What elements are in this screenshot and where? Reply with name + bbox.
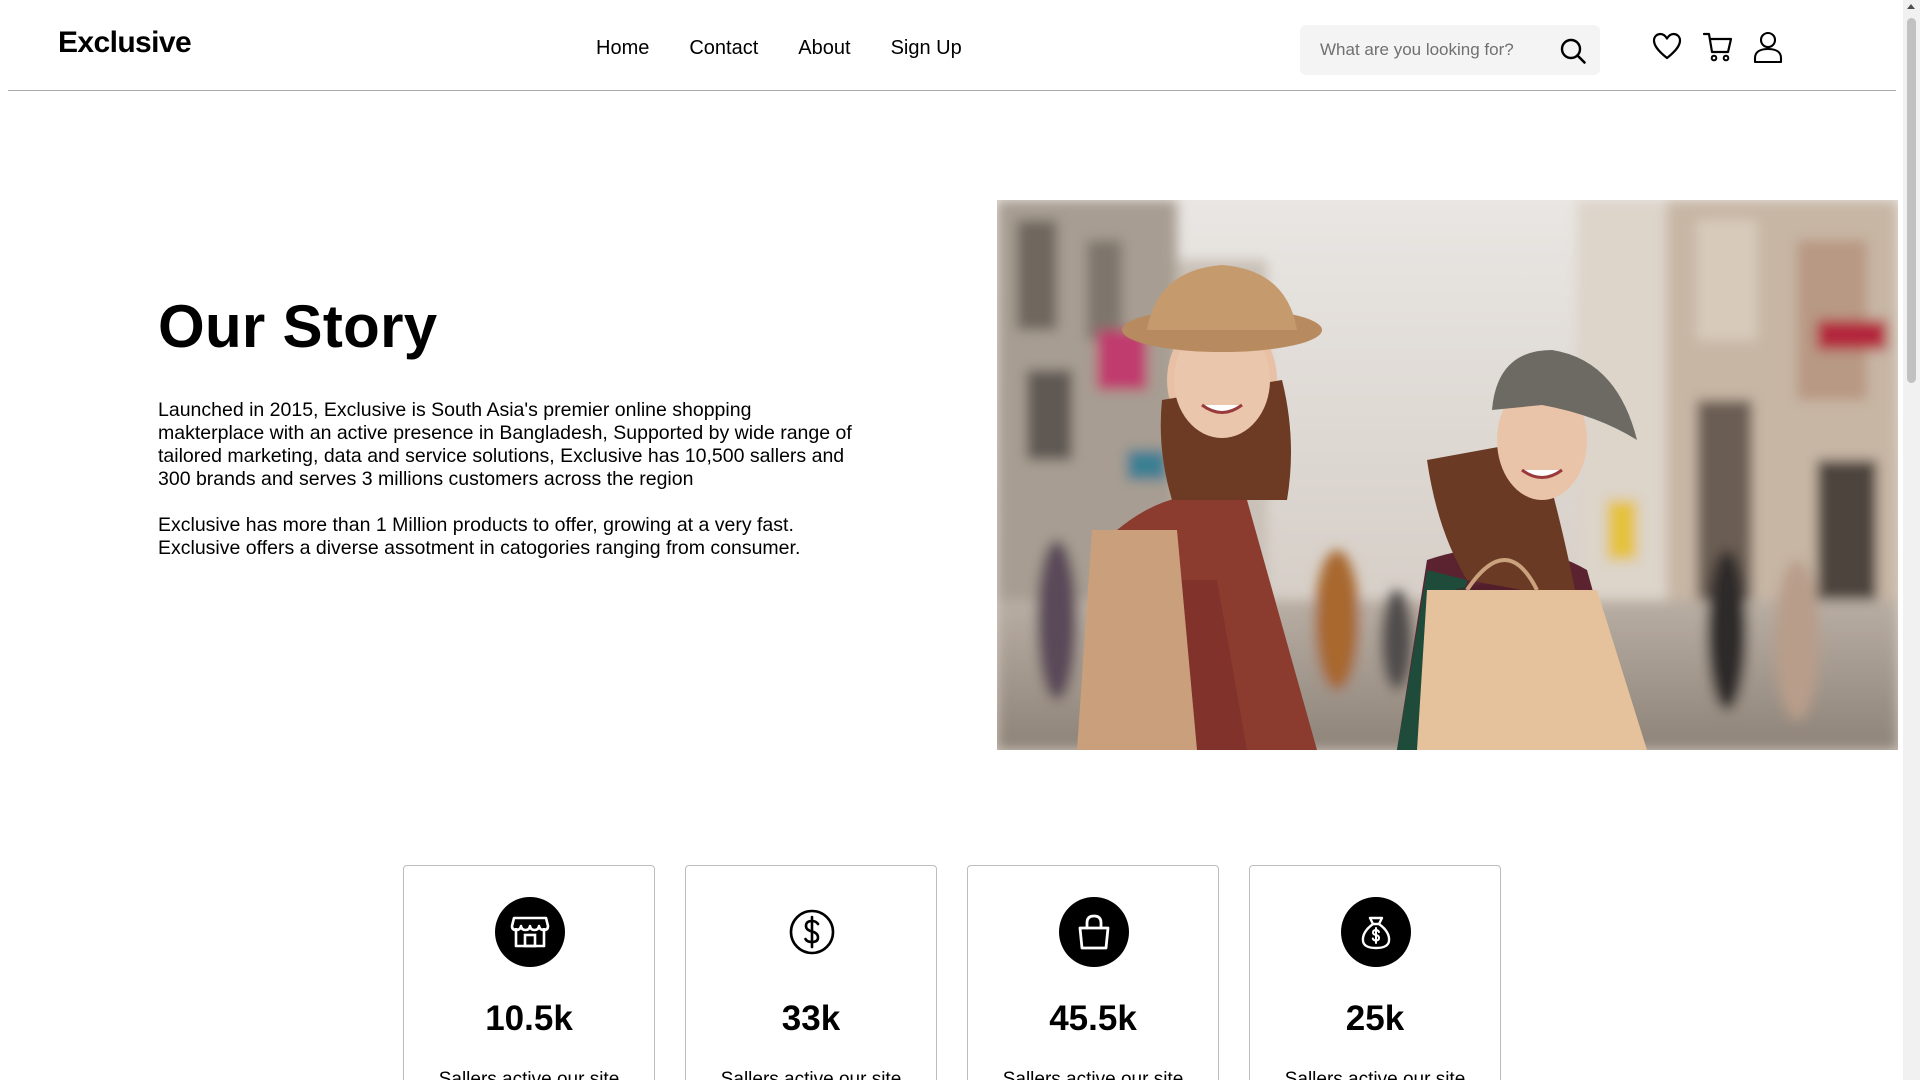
- shop-icon: [495, 897, 565, 967]
- search-icon[interactable]: [1558, 36, 1588, 66]
- hero-image: [997, 200, 1898, 750]
- money-bag-icon: [1341, 897, 1411, 967]
- logo[interactable]: Exclusive: [58, 26, 192, 60]
- stat-value: 45.5k: [1049, 999, 1137, 1038]
- stat-value: 25k: [1345, 999, 1405, 1038]
- stat-value: 10.5k: [485, 999, 573, 1038]
- dollar-icon: [789, 909, 835, 955]
- scrollbar-thumb[interactable]: [1907, 18, 1916, 383]
- nav-contact[interactable]: Contact: [689, 37, 758, 60]
- nav-about[interactable]: About: [798, 37, 850, 60]
- heart-icon[interactable]: [1651, 30, 1683, 64]
- main-nav: Home Contact About Sign Up: [596, 37, 962, 60]
- story-paragraph-2: Exclusive has more than 1 Million produc…: [158, 514, 801, 559]
- search-box: [1300, 25, 1600, 75]
- stat-card[interactable]: 10.5k Sallers active our site: [403, 865, 655, 1080]
- site-header: Exclusive Home Contact About Sign Up: [8, 0, 1896, 91]
- stat-label: Sallers active our site: [438, 1069, 620, 1080]
- stat-label: Sallers active our site: [1002, 1069, 1184, 1080]
- nav-home[interactable]: Home: [596, 37, 649, 60]
- story-title: Our Story: [158, 293, 438, 360]
- story-paragraph-1: Launched in 2015, Exclusive is South Asi…: [158, 399, 852, 490]
- stat-label: Sallers active our site: [720, 1069, 902, 1080]
- nav-signup[interactable]: Sign Up: [891, 37, 962, 60]
- page-scrollbar[interactable]: [1903, 0, 1920, 1080]
- stat-card[interactable]: 25k Sallers active our site: [1249, 865, 1501, 1080]
- cart-icon[interactable]: [1702, 30, 1734, 64]
- shopping-bag-icon: [1059, 897, 1129, 967]
- stat-card[interactable]: 45.5k Sallers active our site: [967, 865, 1219, 1080]
- user-icon[interactable]: [1752, 30, 1784, 64]
- search-input[interactable]: [1320, 25, 1550, 75]
- stat-label: Sallers active our site: [1284, 1069, 1466, 1080]
- scroll-up-arrow-icon[interactable]: [1907, 4, 1915, 9]
- stat-card[interactable]: 33k Sallers active our site: [685, 865, 937, 1080]
- stat-value: 33k: [781, 999, 841, 1038]
